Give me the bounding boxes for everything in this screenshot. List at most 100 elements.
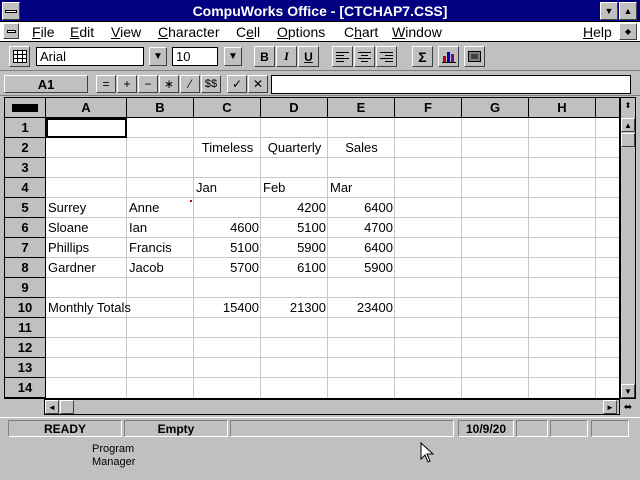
menu-options[interactable]: Options xyxy=(277,24,325,40)
cell-b6[interactable]: Ian xyxy=(127,218,194,238)
bold-button[interactable]: B xyxy=(254,46,275,67)
column-header-d[interactable]: D xyxy=(261,98,328,118)
menu-character[interactable]: Character xyxy=(158,24,219,40)
autosum-button[interactable]: Σ xyxy=(412,46,433,67)
cell-b8[interactable]: Jacob xyxy=(127,258,194,278)
document-restore-button[interactable]: ◆ xyxy=(619,23,637,40)
equals-button[interactable]: = xyxy=(96,75,116,93)
vertical-scroll-thumb[interactable] xyxy=(621,133,635,147)
cell-e6[interactable]: 4700 xyxy=(328,218,395,238)
pattern-button[interactable] xyxy=(464,46,485,67)
scroll-right-button[interactable]: ► xyxy=(603,400,617,414)
row-header-13[interactable]: 13 xyxy=(5,358,46,378)
underline-button[interactable]: U xyxy=(298,46,319,67)
cell-e5[interactable]: 6400 xyxy=(328,198,395,218)
row-header-4[interactable]: 4 xyxy=(5,178,46,198)
cell-c10[interactable]: 15400 xyxy=(194,298,261,318)
row-header-11[interactable]: 11 xyxy=(5,318,46,338)
cell-d2[interactable]: Quarterly xyxy=(261,138,328,158)
row-header-7[interactable]: 7 xyxy=(5,238,46,258)
cell-c8[interactable]: 5700 xyxy=(194,258,261,278)
cell-d8[interactable]: 6100 xyxy=(261,258,328,278)
horizontal-scroll-thumb[interactable] xyxy=(60,400,74,414)
cell-c2[interactable]: Timeless xyxy=(194,138,261,158)
row-header-3[interactable]: 3 xyxy=(5,158,46,178)
currency-button[interactable]: $$ xyxy=(201,75,221,93)
maximize-button[interactable]: ▲ xyxy=(619,2,637,20)
column-header-f[interactable]: F xyxy=(395,98,462,118)
menu-window[interactable]: Window xyxy=(392,24,442,40)
cell-e10[interactable]: 23400 xyxy=(328,298,395,318)
cell-c6[interactable]: 4600 xyxy=(194,218,261,238)
row-header-8[interactable]: 8 xyxy=(5,258,46,278)
plus-button[interactable]: + xyxy=(117,75,137,93)
cancel-entry-button[interactable]: ✕ xyxy=(248,75,268,93)
cell-b5[interactable]: Anne xyxy=(127,198,194,218)
cell-a8[interactable]: Gardner xyxy=(46,258,127,278)
menu-chart[interactable]: Chart xyxy=(344,24,378,40)
cell-a5[interactable]: Surrey xyxy=(46,198,127,218)
select-all-corner[interactable] xyxy=(5,98,46,118)
cell-c7[interactable]: 5100 xyxy=(194,238,261,258)
scroll-left-button[interactable]: ◄ xyxy=(45,400,59,414)
cell-c4[interactable]: Jan xyxy=(194,178,261,198)
column-header-g[interactable]: G xyxy=(462,98,529,118)
cell-d7[interactable]: 5900 xyxy=(261,238,328,258)
cell-a6[interactable]: Sloane xyxy=(46,218,127,238)
cell-d5[interactable]: 4200 xyxy=(261,198,328,218)
size-dropdown-button[interactable]: ▼ xyxy=(224,47,242,66)
menu-help[interactable]: Help xyxy=(583,24,612,40)
divide-button[interactable]: ⁄ xyxy=(180,75,200,93)
menu-edit[interactable]: Edit xyxy=(70,24,94,40)
row-header-14[interactable]: 14 xyxy=(5,378,46,398)
column-header-c[interactable]: C xyxy=(194,98,261,118)
cell-a10[interactable]: Monthly Totals xyxy=(46,298,194,318)
cell-e4[interactable]: Mar xyxy=(328,178,395,198)
row-header-2[interactable]: 2 xyxy=(5,138,46,158)
align-right-button[interactable] xyxy=(376,46,397,67)
font-name-field[interactable]: Arial xyxy=(36,47,144,66)
column-header-a[interactable]: A xyxy=(46,98,127,118)
cell-d10[interactable]: 21300 xyxy=(261,298,328,318)
grid-view-button[interactable] xyxy=(9,46,30,67)
scroll-up-down-split[interactable]: ⬍ xyxy=(621,98,635,112)
row-header-5[interactable]: 5 xyxy=(5,198,46,218)
confirm-entry-button[interactable]: ✓ xyxy=(227,75,247,93)
minus-button[interactable]: − xyxy=(138,75,158,93)
active-cell-a1[interactable] xyxy=(46,118,127,138)
cell-e8[interactable]: 5900 xyxy=(328,258,395,278)
vertical-scrollbar[interactable]: ⬍ ▲ ▼ xyxy=(620,97,636,399)
scroll-up-button[interactable]: ▲ xyxy=(621,118,635,132)
document-system-menu-button[interactable] xyxy=(3,23,19,39)
menu-view[interactable]: View xyxy=(111,24,141,40)
cell-a7[interactable]: Phillips xyxy=(46,238,127,258)
program-manager-icon[interactable]: Program Manager xyxy=(92,443,135,469)
align-left-button[interactable] xyxy=(332,46,353,67)
column-header-b[interactable]: B xyxy=(127,98,194,118)
minimize-button[interactable]: ▼ xyxy=(600,2,618,20)
multiply-button[interactable]: ∗ xyxy=(159,75,179,93)
menu-cell[interactable]: Cell xyxy=(236,24,260,40)
chart-button[interactable] xyxy=(438,46,459,67)
cell-d6[interactable]: 5100 xyxy=(261,218,328,238)
row-header-9[interactable]: 9 xyxy=(5,278,46,298)
title-bar[interactable]: CompuWorks Office - [CTCHAP7.CSS] ▼ ▲ xyxy=(0,0,640,22)
formula-input[interactable] xyxy=(271,75,631,94)
horizontal-scrollbar[interactable]: ◄ ► xyxy=(44,399,620,415)
spreadsheet-grid[interactable]: A B C D E F G H 1 2 3 4 5 6 7 8 9 10 11 … xyxy=(4,97,620,399)
cell-e7[interactable]: 6400 xyxy=(328,238,395,258)
align-center-button[interactable] xyxy=(354,46,375,67)
row-header-10[interactable]: 10 xyxy=(5,298,46,318)
horizontal-split-box[interactable]: ⬌ xyxy=(621,400,635,414)
cell-reference-box[interactable]: A1 xyxy=(4,75,88,93)
scroll-down-button[interactable]: ▼ xyxy=(621,384,635,398)
font-dropdown-button[interactable]: ▼ xyxy=(149,47,167,66)
row-header-1[interactable]: 1 xyxy=(5,118,46,138)
cell-b7[interactable]: Francis xyxy=(127,238,194,258)
column-header-e[interactable]: E xyxy=(328,98,395,118)
italic-button[interactable]: I xyxy=(276,46,297,67)
menu-file[interactable]: File xyxy=(32,24,55,40)
column-header-h[interactable]: H xyxy=(529,98,596,118)
row-header-6[interactable]: 6 xyxy=(5,218,46,238)
cell-e2[interactable]: Sales xyxy=(328,138,395,158)
